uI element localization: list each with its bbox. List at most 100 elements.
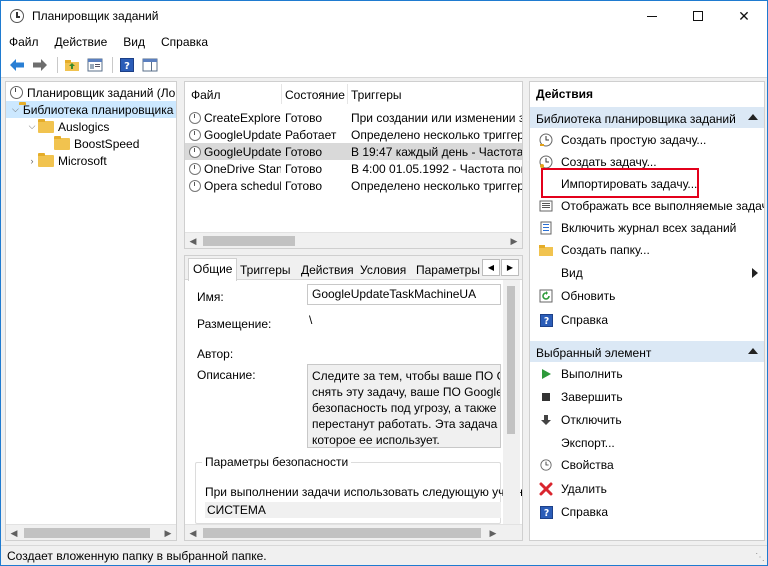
column-name[interactable]: Файл — [191, 88, 221, 102]
menu-file[interactable]: Файл — [9, 35, 39, 49]
scroll-left-icon[interactable]: ◀ — [185, 233, 201, 248]
tree-root[interactable]: Планировщик заданий (Локальный) — [10, 84, 176, 101]
task-status: Готово — [285, 145, 323, 159]
action-delete[interactable]: Удалить — [530, 478, 764, 500]
menu-action[interactable]: Действие — [55, 35, 108, 49]
task-icon — [189, 112, 201, 124]
action-refresh[interactable]: Обновить — [530, 285, 764, 307]
task-icon — [189, 146, 201, 158]
toolbar-separator — [112, 57, 113, 73]
action-display-running-tasks[interactable]: Отображать все выполняемые задачи — [530, 195, 765, 217]
action-end[interactable]: Завершить — [530, 386, 764, 408]
help-button[interactable]: ? — [117, 55, 137, 75]
action-label: Создать папку... — [561, 243, 650, 257]
tree-item-microsoft-label: Microsoft — [58, 153, 107, 168]
task-status: Готово — [285, 162, 323, 176]
scrollbar-thumb[interactable] — [24, 528, 150, 538]
action-label: Справка — [561, 313, 609, 327]
scroll-left-icon[interactable]: ◀ — [185, 525, 201, 540]
menu-view[interactable]: Вид — [123, 35, 145, 49]
task-name: GoogleUpdateTaskMachineUA — [204, 145, 281, 159]
collapse-icon[interactable] — [748, 114, 758, 120]
collapse-icon[interactable] — [748, 348, 758, 354]
import-task-highlight — [541, 168, 699, 198]
action-disable[interactable]: Отключить — [530, 409, 764, 431]
column-divider[interactable] — [281, 84, 282, 104]
tab-actions[interactable]: Действия — [297, 260, 358, 280]
table-row[interactable]: Opera scheduled Autoupdate Готово Опреде… — [185, 177, 523, 194]
scrollbar-thumb[interactable] — [203, 528, 481, 538]
back-button[interactable] — [7, 55, 27, 75]
scroll-right-icon[interactable]: ▶ — [160, 525, 176, 540]
task-name: Opera scheduled Autoupdate — [204, 179, 281, 193]
task-triggers: Определено несколько триггеров — [351, 179, 523, 193]
refresh-icon — [538, 288, 554, 304]
show-pane-button[interactable] — [140, 55, 160, 75]
tree-item-microsoft[interactable]: › Microsoft — [26, 152, 107, 169]
action-create-basic-task[interactable]: Создать простую задачу... — [530, 129, 764, 151]
description-field[interactable]: Следите за тем, чтобы ваше ПО Google сня… — [307, 364, 501, 448]
close-button[interactable]: ✕ — [721, 1, 767, 31]
run-icon — [538, 366, 554, 382]
details-horizontal-scrollbar[interactable]: ◀ ▶ — [185, 524, 522, 540]
action-new-folder[interactable]: Создать папку... — [530, 239, 764, 261]
title-bar[interactable]: Планировщик заданий ✕ — [1, 1, 767, 31]
task-list-horizontal-scrollbar[interactable]: ◀ ▶ — [185, 232, 522, 248]
resize-grip-icon[interactable]: ⋱ — [755, 552, 765, 563]
maximize-button[interactable] — [675, 1, 721, 31]
action-export[interactable]: Экспорт... — [530, 432, 764, 454]
minimize-button[interactable] — [629, 1, 675, 31]
section-selected-item[interactable]: Выбранный элемент — [530, 340, 764, 362]
create-basic-task-icon — [538, 132, 554, 148]
tab-settings[interactable]: Параметры — [412, 260, 484, 280]
task-scheduler-window: Планировщик заданий ✕ Файл Действие Вид … — [0, 0, 768, 566]
tab-scroll-right-icon[interactable]: ▶ — [501, 259, 519, 276]
tree-item-library[interactable]: ⌵ Библиотека планировщика заданий — [6, 101, 176, 118]
tab-triggers[interactable]: Триггеры — [236, 260, 295, 280]
tab-general[interactable]: Общие — [188, 258, 238, 281]
column-status[interactable]: Состояние — [285, 88, 345, 102]
action-help[interactable]: ? Справка — [530, 309, 764, 331]
new-folder-icon — [538, 242, 554, 258]
table-row[interactable]: GoogleUpdateTaskMachineCore Работает Опр… — [185, 126, 522, 143]
tab-conditions[interactable]: Условия — [356, 260, 410, 280]
author-label: Автор: — [197, 347, 234, 361]
tree-horizontal-scrollbar[interactable]: ◀ ▶ — [6, 524, 176, 540]
chevron-down-icon[interactable]: ⌵ — [12, 104, 19, 115]
scroll-right-icon[interactable]: ▶ — [485, 525, 501, 540]
tree-item-auslogics[interactable]: ⌵ Auslogics — [26, 118, 109, 135]
task-name-field[interactable]: GoogleUpdateTaskMachineUA — [307, 284, 501, 305]
scroll-left-icon[interactable]: ◀ — [6, 525, 22, 540]
column-triggers[interactable]: Триггеры — [351, 88, 402, 102]
action-run[interactable]: Выполнить — [530, 363, 764, 385]
chevron-down-icon[interactable]: ⌵ — [26, 121, 38, 132]
action-label: Создать задачу... — [561, 155, 657, 169]
action-properties[interactable]: Свойства — [530, 454, 764, 476]
action-enable-history[interactable]: Включить журнал всех заданий — [530, 217, 764, 239]
menu-help[interactable]: Справка — [161, 35, 208, 49]
blank-icon — [538, 265, 554, 281]
chevron-right-icon[interactable]: › — [26, 156, 38, 166]
details-vertical-scrollbar[interactable] — [503, 280, 520, 526]
tree-item-boostspeed[interactable]: BoostSpeed — [54, 135, 139, 152]
table-row-selected[interactable]: GoogleUpdateTaskMachineUA Готово В 19:47… — [185, 143, 522, 160]
task-details: Общие Триггеры Действия Условия Параметр… — [184, 255, 523, 541]
table-row[interactable]: CreateExplorerShellUnelevatedTask Готово… — [185, 109, 522, 126]
scrollbar-thumb[interactable] — [507, 286, 515, 434]
task-icon — [189, 180, 201, 192]
action-view[interactable]: Вид — [530, 262, 764, 284]
table-row[interactable]: OneDrive Standalone Update Task Готово В… — [185, 160, 522, 177]
section-library[interactable]: Библиотека планировщика заданий — [530, 106, 764, 128]
status-text: Создает вложенную папку в выбранной папк… — [7, 549, 267, 563]
column-divider[interactable] — [347, 84, 348, 104]
scroll-right-icon[interactable]: ▶ — [506, 233, 522, 248]
action-label: Отображать все выполняемые задачи — [561, 199, 765, 213]
forward-button[interactable] — [30, 55, 50, 75]
tab-scroll-left-icon[interactable]: ◀ — [482, 259, 500, 276]
action-help-selected[interactable]: ? Справка — [530, 501, 764, 523]
properties-button[interactable] — [85, 55, 105, 75]
task-list-header: Файл Состояние Триггеры — [185, 82, 522, 106]
location-value: \ — [309, 313, 313, 327]
up-folder-button[interactable] — [62, 55, 82, 75]
scrollbar-thumb[interactable] — [203, 236, 295, 246]
